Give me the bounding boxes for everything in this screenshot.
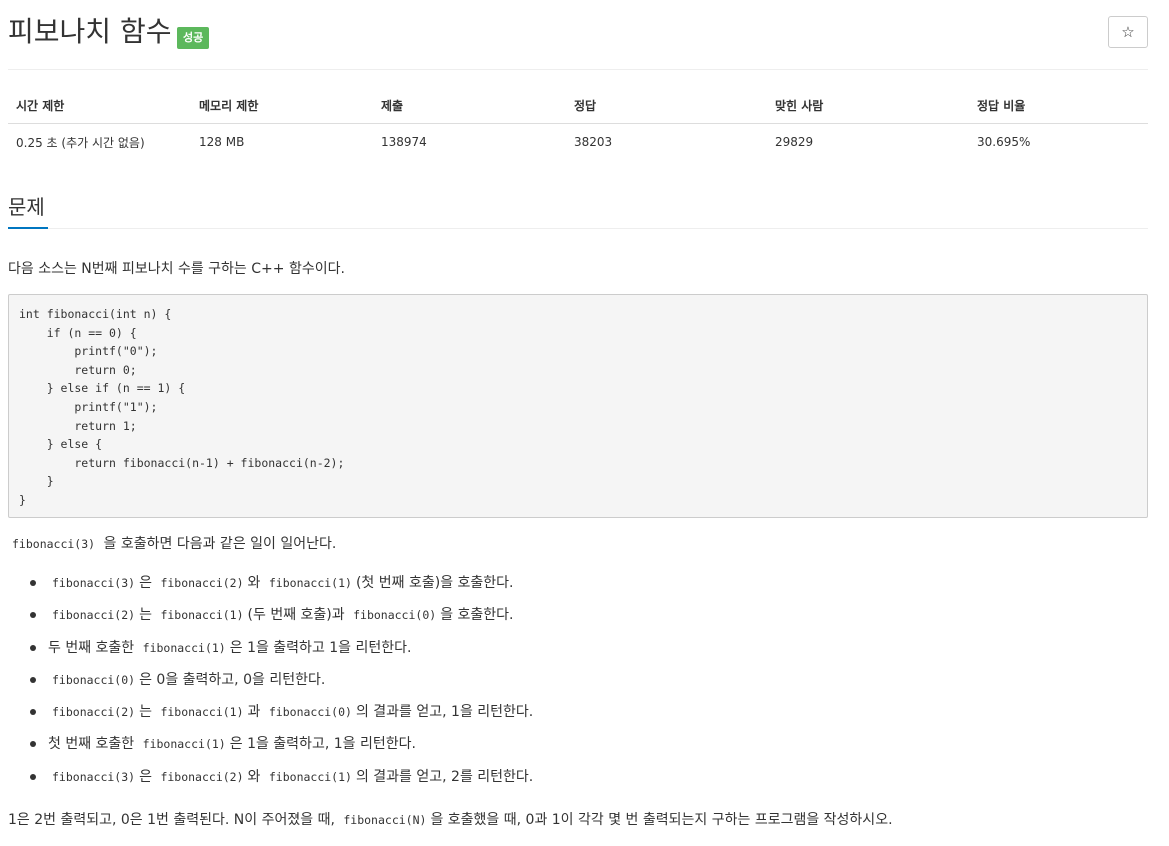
bullet-icon [30, 709, 36, 716]
call-trace-list: fibonacci(3) 은 fibonacci(2) 와 fibonacci(1)… [8, 572, 533, 798]
inline-code: fibonacci(1) [160, 608, 244, 623]
bullet-icon [30, 612, 36, 619]
list-text: 의 결과를 얻고, 2를 리턴한다. [355, 768, 534, 785]
inline-code: fibonacci(2) [160, 769, 244, 784]
list-item: fibonacci(3) 은 fibonacci(2) 와 fibonacci(1)… [8, 572, 533, 604]
inline-code: fibonacci(0) [52, 672, 136, 687]
section-heading-underline [8, 227, 48, 229]
inline-code: fibonacci(3) [52, 769, 136, 784]
header-solvers: 맞힌 사람 [767, 88, 969, 124]
task-text: 1은 2번 출력되고, 0은 1번 출력된다. N이 주어졌을 때, [8, 812, 335, 828]
list-text: 두 번째 호출한 [48, 639, 135, 656]
inline-code: fibonacci(3) [12, 537, 96, 551]
list-item: fibonacci(2) 는 fibonacci(1) 과 fibonacci(0)… [8, 701, 533, 733]
bullet-icon [30, 676, 36, 683]
title-row: 피보나치 함수 성공 ☆ [8, 14, 1149, 54]
inline-code: fibonacci(N) [343, 813, 427, 827]
table-row: 0.25 초 (추가 시간 없음) 128 MB 138974 38203 29… [8, 124, 1148, 161]
status-badge: 성공 [177, 27, 210, 49]
table-header-row: 시간 제한 메모리 제한 제출 정답 맞힌 사람 정답 비율 [8, 88, 1148, 124]
list-text: 은 0을 출력하고, 0을 리턴한다. [139, 671, 326, 688]
header-time-limit: 시간 제한 [8, 88, 191, 124]
value-memory-limit: 128 MB [199, 135, 245, 149]
list-text: 와 [247, 575, 261, 591]
list-text: 의 결과를 얻고, 1을 리턴한다. [355, 704, 534, 721]
inline-code: fibonacci(1) [142, 640, 226, 655]
list-text: 첫 번째 호출한 [48, 736, 135, 753]
list-text: 와 [247, 768, 261, 785]
list-item: fibonacci(0) 은 0을 출력하고, 0을 리턴한다. [8, 669, 533, 701]
call-description-text: 을 호출하면 다음과 같은 일이 일어난다. [103, 536, 337, 552]
list-item: 두 번째 호출한 fibonacci(1) 은 1을 출력하고 1을 리턴한다. [8, 637, 533, 669]
inline-code: fibonacci(0) [268, 705, 352, 720]
inline-code: fibonacci(2) [52, 705, 136, 720]
value-accepted: 38203 [574, 135, 613, 149]
list-text: 은 1을 출력하고 1을 리턴한다. [229, 639, 412, 656]
list-item: fibonacci(2) 는 fibonacci(1) (두 번째 호출)과 fib… [8, 604, 533, 636]
problem-info-table: 시간 제한 메모리 제한 제출 정답 맞힌 사람 정답 비율 0.25 초 (추… [8, 88, 1148, 160]
inline-code: fibonacci(3) [52, 576, 136, 590]
favorite-button[interactable]: ☆ [1108, 16, 1148, 48]
section-heading: 문제 [8, 195, 45, 219]
list-text: 은 [139, 768, 152, 785]
inline-code: fibonacci(0) [353, 608, 437, 623]
list-text: 은 [139, 575, 152, 591]
section-divider [8, 228, 1148, 229]
value-time-limit: 0.25 초 (추가 시간 없음) [16, 135, 145, 150]
code-block: int fibonacci(int n) { if (n == 0) { pri… [8, 294, 1148, 518]
inline-code: fibonacci(1) [142, 737, 226, 752]
value-submissions: 138974 [381, 135, 427, 149]
header-memory-limit: 메모리 제한 [191, 88, 373, 124]
inline-code: fibonacci(2) [160, 576, 244, 590]
header-accepted: 정답 [566, 88, 767, 124]
list-item: fibonacci(3) 은 fibonacci(2) 와 fibonacci(1)… [8, 766, 533, 798]
task-text: 을 호출했을 때, 0과 1이 각각 몇 번 출력되는지 구하는 프로그램을 작… [430, 812, 893, 828]
inline-code: fibonacci(1) [268, 576, 352, 590]
inline-code: fibonacci(2) [52, 608, 136, 623]
list-item: 첫 번째 호출한 fibonacci(1) 은 1을 출력하고, 1을 리턴한다. [8, 733, 533, 765]
list-text: 과 [247, 704, 261, 721]
call-description: fibonacci(3) 을 호출하면 다음과 같은 일이 일어난다. [8, 533, 336, 555]
list-text: (첫 번째 호출)을 호출한다. [355, 575, 514, 591]
bullet-icon [30, 644, 36, 651]
problem-intro: 다음 소스는 N번째 피보나치 수를 구하는 C++ 함수이다. [8, 261, 345, 277]
header-ratio: 정답 비율 [969, 88, 1148, 124]
value-solvers: 29829 [775, 135, 814, 149]
list-text: 는 [139, 607, 152, 624]
header-submissions: 제출 [373, 88, 566, 124]
bullet-icon [30, 741, 36, 748]
inline-code: fibonacci(1) [268, 769, 352, 784]
title-divider [8, 69, 1148, 70]
list-text: 을 호출한다. [440, 607, 514, 624]
bullet-icon [30, 580, 36, 586]
problem-task: 1은 2번 출력되고, 0은 1번 출력된다. N이 주어졌을 때, fibon… [8, 809, 893, 831]
page-title: 피보나치 함수 [8, 15, 172, 48]
star-icon: ☆ [1121, 23, 1135, 41]
list-text: (두 번째 호출)과 [247, 607, 345, 624]
value-ratio: 30.695% [977, 135, 1031, 149]
list-text: 은 1을 출력하고, 1을 리턴한다. [229, 736, 416, 753]
problem-page: 피보나치 함수 성공 ☆ 시간 제한 메모리 제한 제출 정답 맞힌 사람 정답… [0, 0, 1169, 846]
inline-code: fibonacci(1) [160, 705, 244, 720]
bullet-icon [30, 773, 36, 780]
list-text: 는 [139, 704, 152, 721]
